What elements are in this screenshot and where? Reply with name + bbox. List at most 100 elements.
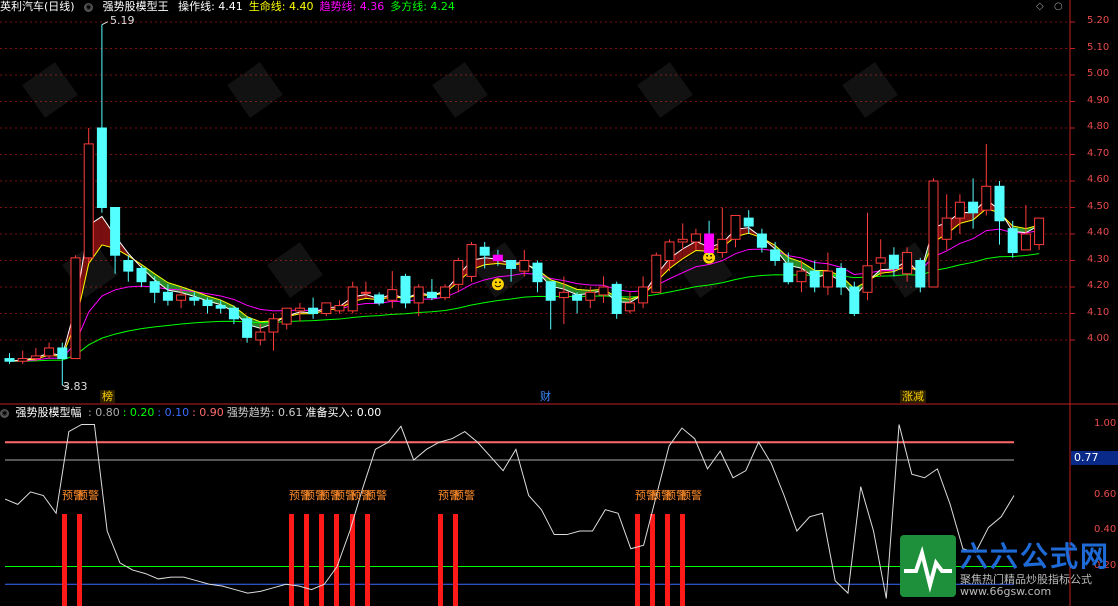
candle-body — [915, 260, 926, 288]
candle-body — [242, 318, 253, 338]
candle-body — [294, 307, 305, 312]
candle-body — [532, 262, 543, 283]
candle-body — [545, 281, 556, 301]
candle-body — [624, 302, 635, 312]
price-tick-label: 5.10 — [1087, 41, 1110, 53]
signal-bar — [438, 514, 443, 606]
sub-value-2: : 0.10 — [157, 406, 190, 419]
candle-body — [809, 270, 820, 288]
signal-bar — [635, 514, 640, 606]
signal-bar — [62, 514, 67, 606]
candle-body — [664, 241, 675, 261]
candle-body — [453, 260, 464, 285]
candle-body — [572, 294, 583, 301]
candle-body — [981, 185, 992, 211]
candle-body — [492, 254, 503, 261]
event-tag-bang[interactable]: 榜 — [100, 390, 115, 403]
line-value-3: 多方线: 4.24 — [390, 0, 455, 13]
smiley-eye — [710, 254, 712, 257]
candle-body — [426, 291, 437, 299]
candle-body — [862, 265, 873, 293]
candle-body — [756, 233, 767, 248]
candle-body — [4, 358, 15, 362]
candle-body — [822, 270, 833, 288]
indicator-toggle-icon[interactable]: ◉ — [84, 2, 94, 12]
candle-body — [902, 252, 913, 275]
candle-body — [598, 286, 609, 296]
candle-body — [83, 143, 94, 259]
sub-indicator-name[interactable]: 强势股模型幅 — [16, 406, 82, 419]
candle-body — [70, 257, 81, 360]
indicator-info-bar: 英利汽车(日线) ◉ 强势股模型王 操作线: 4.41 生命线: 4.40 趋势线:… — [0, 0, 1070, 14]
warning-label: 预警 — [365, 489, 387, 502]
candle-body — [941, 217, 952, 240]
sub-value-0: : 0.80 — [88, 406, 120, 419]
site-logo: 六六公式网 聚焦热门精品炒股指标公式 www.66gsw.com — [900, 533, 1118, 606]
candle-body — [783, 262, 794, 283]
price-tick-label: 4.80 — [1087, 121, 1110, 132]
candle-body — [17, 358, 28, 362]
candle-body — [730, 214, 741, 240]
smiley-eye — [706, 254, 708, 257]
main-price-chart[interactable] — [0, 0, 1118, 606]
signal-bar — [665, 514, 670, 606]
signal-bar — [77, 514, 82, 606]
candle-body — [717, 238, 728, 254]
candle-body — [281, 307, 292, 325]
candle-body — [202, 299, 213, 307]
price-tick-label: 4.70 — [1087, 147, 1110, 159]
circle-icon[interactable]: ○ — [1054, 1, 1063, 12]
candle-body — [440, 286, 451, 299]
logo-icon — [900, 535, 956, 597]
signal-bar — [650, 514, 655, 606]
sub-indicator-toggle-icon[interactable]: ◉ — [0, 408, 9, 418]
price-tick-label: 4.50 — [1087, 200, 1110, 212]
candle-body — [506, 260, 517, 269]
candle-body — [110, 207, 121, 256]
candle-body — [968, 201, 979, 214]
logo-url: www.66gsw.com — [960, 585, 1052, 598]
candle-body — [611, 283, 622, 315]
sub-tick-label: 1.00 — [1094, 417, 1117, 429]
diamond-icon[interactable]: ◇ — [1036, 1, 1044, 12]
price-tick-label: 4.40 — [1087, 227, 1110, 238]
event-tag-zhangjian[interactable]: 涨减 — [900, 390, 926, 403]
warning-label: 预警 — [453, 489, 475, 502]
candle-body — [585, 291, 596, 301]
candle-body — [30, 355, 41, 360]
sub-tick-label: 0.60 — [1094, 488, 1117, 500]
price-tick-label: 5.20 — [1087, 15, 1110, 26]
candle-body — [651, 254, 662, 293]
price-tick-label: 4.30 — [1087, 253, 1110, 265]
candle-body — [347, 286, 358, 312]
candle-body — [849, 286, 860, 314]
candle-body — [770, 249, 781, 261]
candle-body — [888, 254, 899, 269]
stock-name[interactable]: 英利汽车(日线) — [0, 0, 75, 13]
signal-bar — [319, 514, 324, 606]
price-tick-label: 5.00 — [1087, 68, 1110, 79]
signal-bar — [289, 514, 294, 606]
candle-body — [875, 257, 886, 264]
sub-value-4: 强势趋势: 0.61 — [226, 406, 303, 419]
line-value-1: 生命线: 4.40 — [248, 0, 314, 13]
sub-current-value: 0.77 — [1071, 451, 1118, 465]
candle-body — [400, 275, 411, 304]
candle-body — [374, 294, 385, 304]
event-tag-cai[interactable]: 财 — [538, 390, 553, 403]
high-price-label: 5.19 — [110, 14, 135, 27]
price-tick-label: 4.20 — [1087, 280, 1110, 291]
indicator-name[interactable]: 强势股模型王 — [103, 0, 169, 13]
candle-body — [57, 347, 68, 360]
candle-body — [479, 246, 490, 256]
smiley-eye — [499, 281, 501, 284]
candle-body — [268, 318, 279, 333]
candle-body — [255, 331, 266, 341]
candle-body — [334, 305, 345, 312]
sub-indicator-info-bar: ◉ 强势股模型幅 : 0.80: 0.20: 0.10: 0.90 强势趋势: 0… — [0, 405, 1070, 420]
candle-body — [228, 307, 239, 320]
sub-value-1: : 0.20 — [122, 406, 155, 419]
candle-body — [558, 291, 569, 299]
price-tick-label: 4.60 — [1087, 174, 1110, 185]
candle-body — [413, 286, 424, 304]
